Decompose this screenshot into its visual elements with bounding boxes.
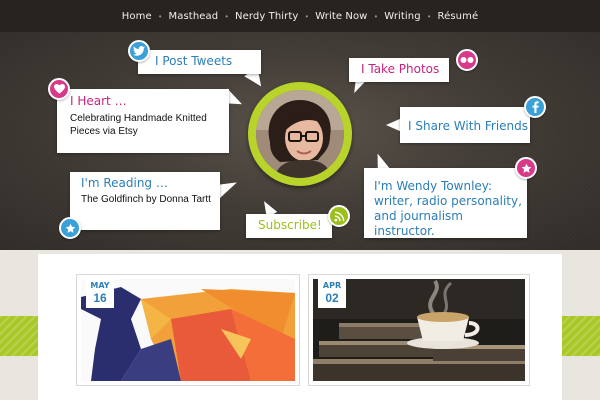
nav-separator: • [225,11,228,21]
twitter-icon[interactable] [128,40,150,62]
post-date: MAY 16 [86,278,114,308]
nav-separator: • [305,11,309,21]
share-title[interactable]: I Share With Friends [408,119,530,133]
top-nav: Home • Masthead • Nerdy Thirty • Write N… [0,0,600,32]
nav-separator: • [374,11,378,21]
nav-writing[interactable]: Writing [384,11,420,22]
avatar [248,82,352,186]
page: Home • Masthead • Nerdy Thirty • Write N… [0,0,600,400]
post-date: APR 02 [318,278,346,308]
about-bubble: I'm Wendy Townley: writer, radio persona… [364,168,527,238]
star-icon [59,217,81,239]
facebook-icon[interactable] [524,96,546,118]
heart-icon[interactable] [48,78,70,100]
reading-bubble[interactable]: I'm Reading … The Goldfinch by Donna Tar… [70,172,220,230]
subscribe-title[interactable]: Subscribe! [258,218,332,232]
nav-write-now[interactable]: Write Now [315,11,367,22]
subscribe-bubble[interactable]: Subscribe! [246,214,332,238]
star-icon [515,157,537,179]
nav-masthead[interactable]: Masthead [169,11,219,22]
about-text: I'm Wendy Townley: writer, radio persona… [374,179,522,238]
nav-resume[interactable]: Résumé [438,11,479,22]
portrait-image [256,90,344,178]
tweets-bubble[interactable]: I Post Tweets [138,50,261,74]
rss-icon[interactable] [328,205,350,227]
nav-nerdy-thirty[interactable]: Nerdy Thirty [235,11,298,22]
flickr-icon[interactable] [456,49,478,71]
post-day: 16 [86,291,114,308]
heart-bubble[interactable]: I Heart … Celebrating Handmade Knitted P… [57,89,229,153]
tweets-title[interactable]: I Post Tweets [155,54,261,68]
nav-home[interactable]: Home [122,11,152,22]
post-month: APR [318,278,346,291]
share-bubble[interactable]: I Share With Friends [400,107,530,143]
photos-bubble[interactable]: I Take Photos [349,58,449,82]
reading-title: I'm Reading … [81,176,168,190]
heart-link[interactable]: Celebrating Handmade Knitted Pieces via … [70,112,229,138]
post-month: MAY [86,278,114,291]
nav-separator: • [158,11,162,21]
avatar-photo [256,90,344,178]
post-day: 02 [318,291,346,308]
nav-separator: • [427,11,431,21]
reading-book[interactable]: The Goldfinch by Donna Tartt [81,193,220,206]
heart-title: I Heart … [70,94,127,108]
photos-title[interactable]: I Take Photos [361,62,449,76]
